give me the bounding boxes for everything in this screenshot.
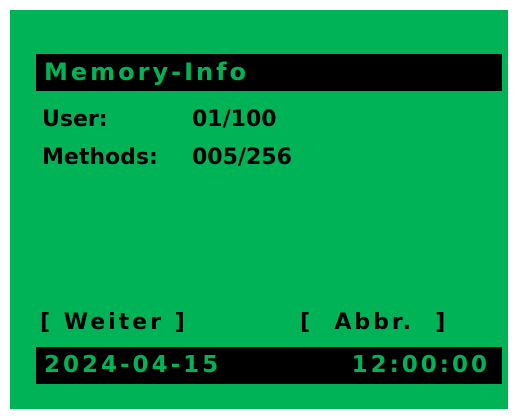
- user-value: 01/100: [192, 107, 277, 132]
- time-display: 12:00:00: [351, 352, 490, 378]
- methods-value: 005/256: [192, 145, 292, 170]
- user-row: User: 01/100: [42, 105, 277, 135]
- status-bar: 2024-04-15 12:00:00: [36, 347, 502, 384]
- screen-title: Memory-Info: [36, 54, 502, 91]
- methods-label: Methods:: [42, 145, 158, 170]
- user-label: User:: [42, 107, 108, 132]
- date-display: 2024-04-15: [44, 352, 222, 378]
- continue-softkey[interactable]: [ Weiter ]: [40, 308, 188, 338]
- cancel-softkey[interactable]: [ Abbr. ]: [300, 308, 448, 338]
- device-display: Memory-Info User: 01/100 Methods: 005/256 …: [10, 10, 508, 409]
- methods-row: Methods: 005/256: [42, 143, 292, 173]
